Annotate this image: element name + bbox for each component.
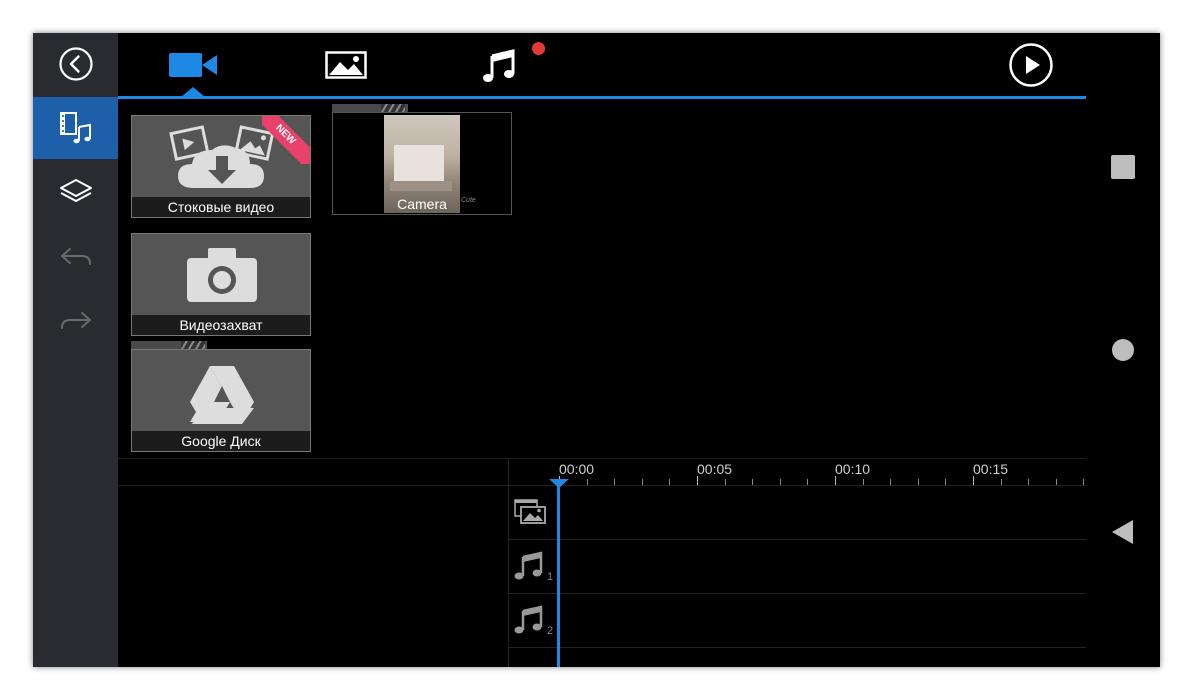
timeline-track-header-divider xyxy=(508,458,509,667)
audio-track-1-icon[interactable] xyxy=(513,549,545,586)
video-capture-tile[interactable]: Видеозахват xyxy=(131,233,311,336)
google-drive-icon xyxy=(190,366,254,424)
play-preview-button[interactable] xyxy=(1003,43,1059,87)
media-library-button[interactable] xyxy=(33,97,118,159)
app-screen: NEW Стоковые видео Cute Camera Видеозахв… xyxy=(33,33,1160,667)
track-separator xyxy=(509,539,1086,540)
ruler-tick xyxy=(973,476,974,485)
camera-icon xyxy=(187,248,257,302)
audio-track-2-number: 2 xyxy=(547,625,554,637)
ruler-tick xyxy=(807,479,808,485)
google-drive-label: Google Диск xyxy=(132,431,310,451)
camera-folder-tile[interactable]: Cute Camera xyxy=(332,112,512,215)
ruler-tick xyxy=(863,479,864,485)
new-badge: NEW xyxy=(262,116,310,164)
media-type-tabs xyxy=(118,33,1086,99)
video-camera-icon xyxy=(169,53,217,77)
undo-button[interactable] xyxy=(33,225,118,287)
ruler-tick xyxy=(669,479,670,485)
image-icon xyxy=(325,51,367,79)
time-label-5: 00:05 xyxy=(697,461,733,477)
ruler-tick xyxy=(614,479,615,485)
layers-icon xyxy=(59,179,92,202)
tab-video[interactable] xyxy=(163,43,223,87)
ruler-tick xyxy=(725,479,726,485)
music-note-icon xyxy=(514,605,543,634)
ruler-tick xyxy=(890,479,891,485)
audio-track-1-number: 1 xyxy=(547,571,554,583)
ruler-tick xyxy=(1028,479,1029,485)
ruler-tick xyxy=(752,479,753,485)
playhead-handle[interactable] xyxy=(549,479,569,488)
tab-underline xyxy=(118,96,1086,99)
video-track-icon[interactable] xyxy=(513,497,549,530)
undo-arrow-icon xyxy=(60,248,91,265)
time-label-10: 00:10 xyxy=(835,461,871,477)
back-button[interactable] xyxy=(33,33,118,95)
system-nav-bar xyxy=(1086,33,1160,667)
tab-music[interactable] xyxy=(469,43,529,87)
home-button[interactable] xyxy=(1112,339,1134,361)
ruler-tick xyxy=(642,479,643,485)
left-sidebar xyxy=(33,33,118,667)
ruler-tick xyxy=(587,479,588,485)
play-circle-icon xyxy=(1009,43,1053,87)
time-label-15: 00:15 xyxy=(973,461,1009,477)
thumb-sofa xyxy=(390,181,452,191)
tab-image[interactable] xyxy=(316,43,376,87)
music-note-icon xyxy=(514,551,543,580)
ruler-tick xyxy=(1083,479,1084,485)
stock-videos-tile[interactable]: NEW Стоковые видео xyxy=(131,115,311,218)
google-drive-tile[interactable]: Google Диск xyxy=(131,349,311,452)
ruler-tick xyxy=(835,476,836,485)
timeline-ruler-baseline xyxy=(118,485,1086,486)
track-separator xyxy=(509,647,1086,648)
camera-folder-label: Camera xyxy=(397,196,447,212)
film-image-icon xyxy=(514,499,546,524)
ruler-tick xyxy=(945,479,946,485)
redo-button[interactable] xyxy=(33,289,118,351)
layers-button[interactable] xyxy=(33,161,118,223)
ruler-tick xyxy=(918,479,919,485)
ruler-tick xyxy=(1056,479,1057,485)
notification-dot xyxy=(532,42,545,55)
folder-stripes xyxy=(381,104,405,112)
nav-back-button[interactable] xyxy=(1111,519,1135,545)
redo-arrow-icon xyxy=(60,312,91,329)
folder-stripes xyxy=(181,341,205,349)
time-label-0: 00:00 xyxy=(559,461,595,477)
track-separator xyxy=(509,593,1086,594)
playhead[interactable] xyxy=(557,485,560,667)
back-circle-icon xyxy=(58,47,93,81)
ruler-tick xyxy=(697,476,698,485)
music-note-icon xyxy=(483,49,515,82)
thumb-window xyxy=(394,145,444,181)
film-music-icon xyxy=(59,112,91,144)
timeline-top-border xyxy=(118,458,1086,459)
ruler-tick xyxy=(780,479,781,485)
audio-track-2-icon[interactable] xyxy=(513,603,545,640)
ruler-tick xyxy=(1001,479,1002,485)
new-badge-text: NEW xyxy=(262,116,310,164)
video-capture-label: Видеозахват xyxy=(132,315,310,335)
stock-videos-label: Стоковые видео xyxy=(132,197,310,217)
recent-apps-button[interactable] xyxy=(1111,155,1135,179)
camera-thumb-overlay-text: Cute xyxy=(461,197,476,204)
